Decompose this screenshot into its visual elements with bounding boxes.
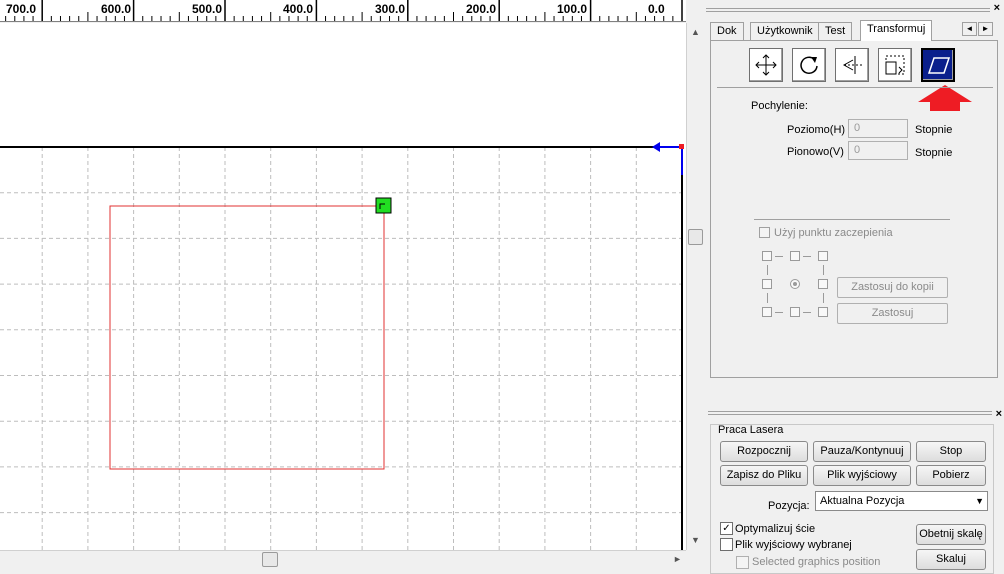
horizontal-scrollbar[interactable]: ► — [0, 550, 686, 567]
tab-transformuj[interactable]: Transformuj — [860, 20, 933, 41]
apply-button[interactable]: Zastosuj — [837, 303, 948, 324]
use-anchor-label: Użyj punktu zaczepienia — [774, 227, 893, 239]
selected-rectangle-shape[interactable] — [109, 205, 385, 470]
canvas-svg[interactable] — [0, 23, 686, 550]
anchor-top-right[interactable] — [818, 251, 828, 261]
position-label: Pozycja: — [768, 500, 810, 512]
move-icon — [755, 54, 777, 76]
chevron-down-icon: ▼ — [975, 496, 984, 506]
anchor-bottom-right[interactable] — [818, 307, 828, 317]
anchor-center-radio[interactable] — [790, 279, 800, 289]
horizontal-ruler: 700.0 600.0 500.0 400.0 300.0 200.0 100.… — [0, 0, 686, 22]
mirror-tool-button[interactable] — [835, 48, 869, 82]
anchor-connector — [803, 312, 811, 313]
separator — [717, 87, 993, 88]
hint-arrow-icon — [918, 85, 972, 111]
unit-label: Stopnie — [915, 147, 953, 159]
crop-scale-button[interactable]: Obetnij skalę — [916, 524, 986, 545]
horizontal-skew-input[interactable]: 0 — [848, 119, 908, 138]
anchor-middle-left[interactable] — [762, 279, 772, 289]
grip-line — [706, 8, 990, 9]
anchor-middle-right[interactable] — [818, 279, 828, 289]
anchor-connector — [775, 312, 783, 313]
pause-continue-button[interactable]: Pauza/Kontynuuj — [813, 441, 911, 462]
radio-dot-icon — [793, 282, 797, 286]
vertical-scrollbar[interactable]: ▲ ▼ — [686, 23, 703, 550]
scale-icon — [885, 55, 905, 75]
ruler-label: 700.0 — [6, 2, 37, 16]
anchor-connector — [823, 265, 824, 275]
anchor-connector — [767, 293, 768, 303]
ruler-label: 500.0 — [192, 2, 223, 16]
ruler-label: 300.0 — [375, 2, 406, 16]
grid — [0, 147, 682, 550]
scroll-down-icon[interactable]: ▼ — [689, 534, 702, 547]
apply-to-copy-button[interactable]: Zastosuj do kopii — [837, 277, 948, 298]
save-to-file-button[interactable]: Zapisz do Pliku — [720, 465, 808, 486]
tab-scroll-left-icon[interactable]: ◄ — [962, 22, 977, 36]
horizontal-scroll-thumb[interactable] — [262, 552, 278, 567]
x-axis-arrowhead — [652, 142, 660, 152]
tab-test[interactable]: Test — [818, 22, 853, 40]
position-select-value: Aktualna Pozycja — [820, 495, 905, 507]
ruler-label: 600.0 — [101, 2, 132, 16]
tab-dok[interactable]: Dok — [710, 22, 744, 40]
unit-label: Stopnie — [915, 124, 953, 136]
tab-uzytkownik[interactable]: Użytkownik — [750, 22, 820, 40]
origin-marker — [679, 144, 684, 149]
laser-group-label: Praca Lasera — [718, 424, 784, 436]
grip-line — [708, 414, 992, 415]
separator — [754, 219, 950, 220]
vertical-label: Pionowo(V) — [787, 146, 844, 158]
grip-line — [708, 411, 992, 412]
vertical-scroll-thumb[interactable] — [688, 229, 703, 245]
rotate-icon — [800, 56, 818, 75]
close-icon[interactable]: × — [994, 2, 1000, 14]
scroll-right-icon[interactable]: ► — [671, 553, 684, 566]
download-button[interactable]: Pobierz — [916, 465, 986, 486]
anchor-connector — [767, 265, 768, 275]
anchor-connector — [775, 256, 783, 257]
tab-strip: Dok Użytkownik Test Transformuj ◄ ► — [710, 20, 1000, 41]
ruler-label: 400.0 — [283, 2, 314, 16]
output-selected-checkbox[interactable] — [720, 538, 733, 551]
ruler-label: 100.0 — [557, 2, 588, 16]
tab-scroll-right-icon[interactable]: ► — [978, 22, 993, 36]
skew-section-label: Pochylenie: — [751, 100, 808, 112]
anchor-top-left[interactable] — [762, 251, 772, 261]
panel-title-bar: × — [706, 2, 1002, 18]
anchor-connector — [803, 256, 811, 257]
horizontal-label: Poziomo(H) — [787, 124, 846, 136]
ruler-label: 0.0 — [648, 2, 665, 16]
scroll-up-icon[interactable]: ▲ — [689, 26, 702, 39]
skew-icon — [928, 57, 950, 74]
anchor-bottom-left[interactable] — [762, 307, 772, 317]
use-anchor-checkbox[interactable] — [759, 227, 770, 238]
start-button[interactable]: Rozpocznij — [720, 441, 808, 462]
transform-tab-content: Pochylenie: Poziomo(H) 0 Stopnie Pionowo… — [710, 40, 998, 378]
position-select[interactable]: Aktualna Pozycja ▼ — [815, 491, 988, 511]
drawing-canvas[interactable] — [0, 23, 686, 550]
grip-line — [706, 11, 990, 12]
laser-work-panel: × Praca Lasera Rozpocznij Pauza/Kontynuu… — [706, 408, 1004, 574]
optimize-checkbox[interactable]: ✓ — [720, 522, 733, 535]
selected-graphics-label: Selected graphics position — [752, 556, 881, 568]
mirror-icon — [842, 56, 862, 74]
scale-tool-button[interactable] — [878, 48, 912, 82]
output-file-button[interactable]: Plik wyjściowy — [813, 465, 911, 486]
optimize-label: Optymalizuj ście — [735, 523, 816, 535]
output-selected-label: Plik wyjściowy wybranej — [735, 539, 852, 551]
selected-graphics-checkbox[interactable] — [736, 556, 749, 569]
ruler-label: 200.0 — [466, 2, 497, 16]
stop-button[interactable]: Stop — [916, 441, 986, 462]
anchor-bottom-center[interactable] — [790, 307, 800, 317]
skew-tool-button[interactable] — [921, 48, 955, 82]
vertical-skew-input[interactable]: 0 — [848, 141, 908, 160]
rotate-tool-button[interactable] — [792, 48, 826, 82]
close-icon[interactable]: × — [996, 408, 1002, 420]
anchor-connector — [823, 293, 824, 303]
selection-handle[interactable] — [375, 197, 392, 214]
anchor-top-center[interactable] — [790, 251, 800, 261]
move-tool-button[interactable] — [749, 48, 783, 82]
